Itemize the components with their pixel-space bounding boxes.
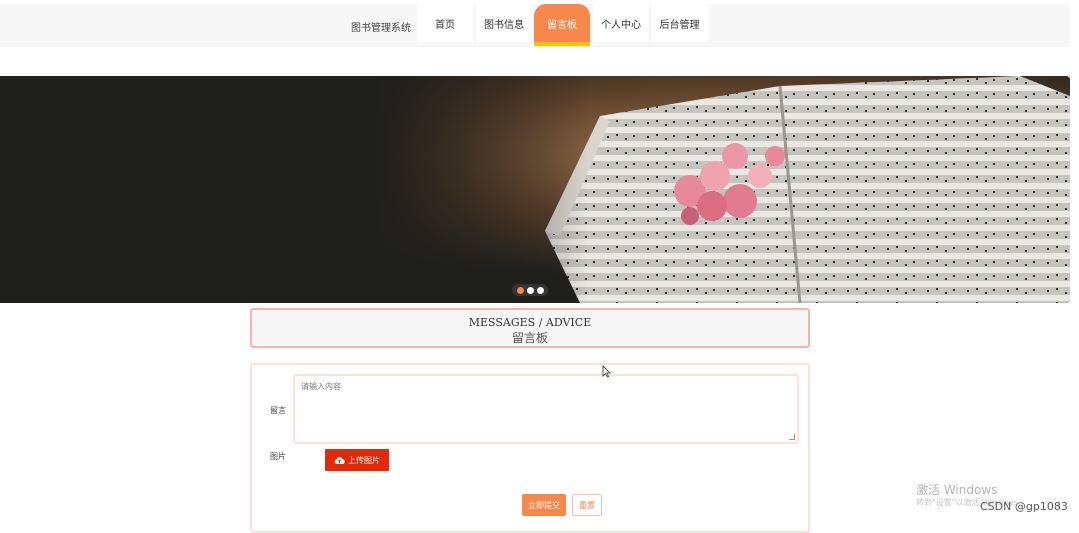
- section-title-box: MESSAGES / ADVICE 留言板: [250, 308, 810, 348]
- nav-item-home[interactable]: 首页: [417, 4, 473, 42]
- reset-label: 重置: [579, 500, 595, 510]
- section-title-en: MESSAGES / ADVICE: [468, 316, 592, 329]
- nav-item-profile[interactable]: 个人中心: [593, 4, 649, 42]
- banner-image: [0, 76, 1070, 303]
- message-placeholder: 请输入内容: [301, 382, 341, 391]
- resize-handle-icon[interactable]: [789, 434, 795, 440]
- image-label: 图片: [270, 452, 286, 461]
- message-label: 留言: [270, 406, 286, 415]
- nav-item-admin[interactable]: 后台管理: [651, 4, 708, 42]
- submit-button[interactable]: 立即提交: [522, 494, 566, 516]
- carousel-indicators: [512, 284, 548, 296]
- submit-label: 立即提交: [528, 500, 560, 510]
- message-form: 留言 请输入内容 图片 上传图片 立即提交 重置: [250, 363, 810, 533]
- csdn-watermark: CSDN @gp1083: [980, 500, 1068, 513]
- nav-item-label: 首页: [435, 19, 455, 31]
- carousel-dot[interactable]: [526, 286, 534, 294]
- nav-item-messages[interactable]: 留言板: [534, 4, 590, 46]
- section-title-cn: 留言板: [511, 331, 548, 345]
- cloud-upload-icon: [334, 456, 345, 464]
- nav-item-label: 留言板: [547, 19, 577, 31]
- nav-item-books[interactable]: 图书信息: [476, 4, 532, 42]
- upload-label: 上传图片: [348, 455, 380, 465]
- nav-item-label: 图书信息: [484, 19, 524, 31]
- top-navbar: 图书管理系统 首页 图书信息 留言板 个人中心 后台管理: [0, 4, 1070, 47]
- mouse-cursor-icon: [602, 365, 611, 378]
- reset-button[interactable]: 重置: [572, 494, 602, 516]
- upload-image-button[interactable]: 上传图片: [325, 449, 389, 471]
- carousel-banner[interactable]: [0, 76, 1070, 303]
- carousel-dot[interactable]: [536, 286, 544, 294]
- carousel-dot[interactable]: [516, 286, 524, 294]
- message-textarea[interactable]: 请输入内容: [293, 374, 799, 444]
- nav-item-label: 后台管理: [659, 19, 700, 31]
- site-brand: 图书管理系统: [351, 23, 411, 34]
- windows-activation-title: 激活 Windows: [916, 483, 998, 497]
- nav-item-label: 个人中心: [601, 19, 641, 31]
